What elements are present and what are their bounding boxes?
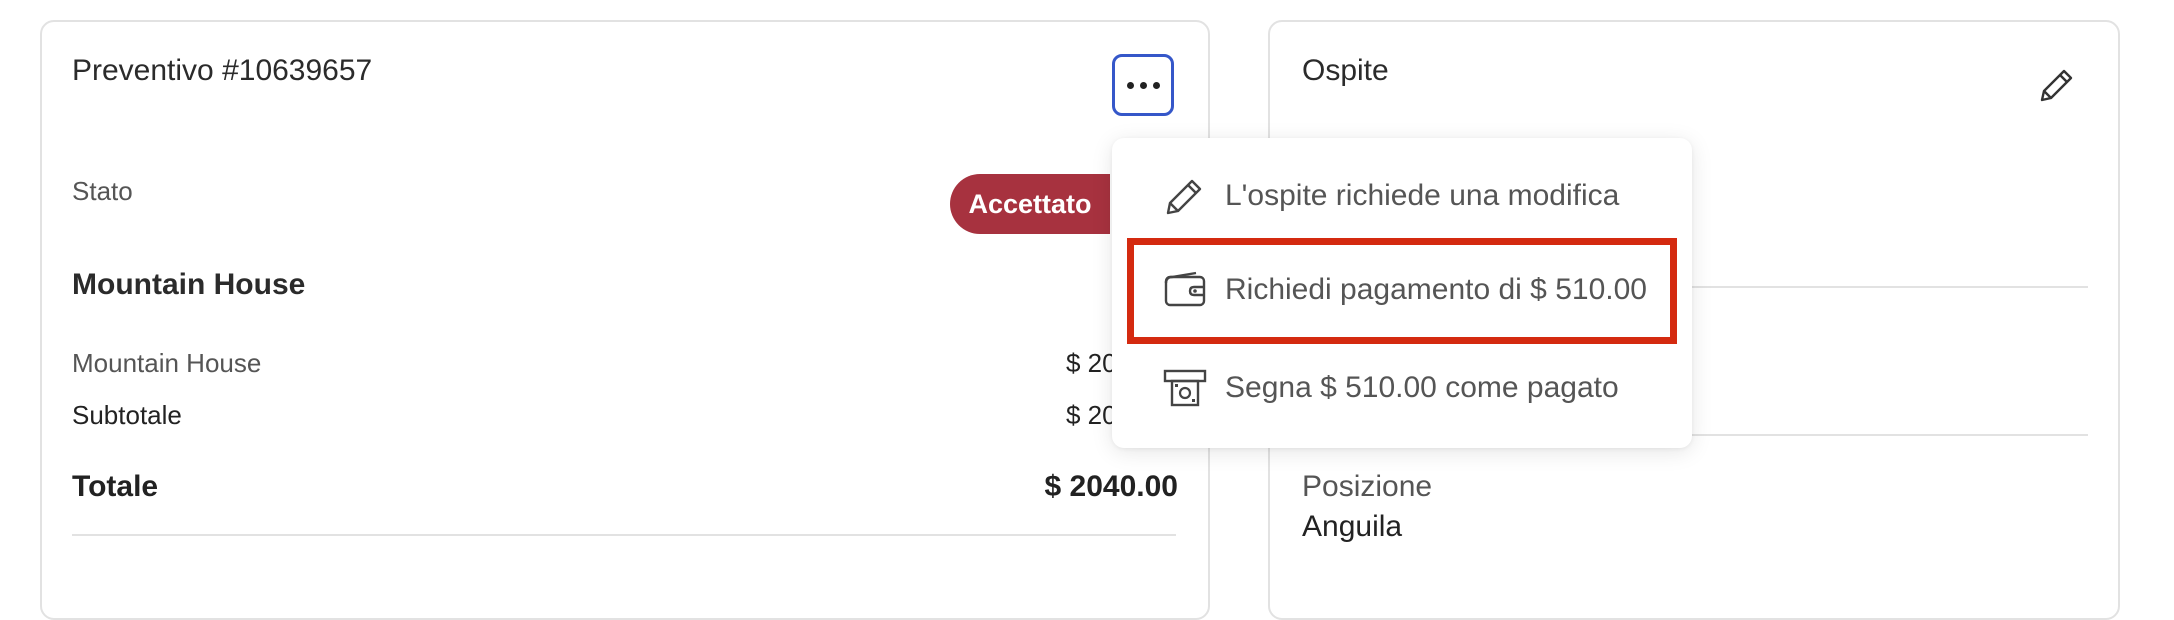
menu-item-label: Segna $ 510.00 come pagato: [1225, 371, 1619, 404]
total-value: $ 2040.00: [1044, 470, 1178, 503]
subtotal-value: $ 20: [1066, 400, 1117, 430]
guest-title: Ospite: [1302, 54, 1389, 87]
quote-title: Preventivo #10639657: [72, 54, 373, 87]
wallet-icon: [1164, 271, 1206, 307]
menu-item-label: L'ospite richiede una modifica: [1225, 179, 1620, 212]
more-options-button[interactable]: [1112, 54, 1174, 116]
line-item-label: Mountain House: [72, 348, 262, 378]
menu-item-label: Richiedi pagamento di $ 510.00: [1225, 273, 1647, 306]
menu-item-request-payment[interactable]: Richiedi pagamento di $ 510.00: [1112, 246, 1692, 334]
position-value: Anguila: [1302, 510, 1403, 543]
position-label: Posizione: [1302, 470, 1433, 503]
menu-item-request-change[interactable]: L'ospite richiede una modifica: [1112, 152, 1692, 240]
property-section-title: Mountain House: [72, 268, 306, 301]
divider: [72, 534, 1176, 536]
quote-card: [40, 20, 1210, 620]
status-label: Stato: [72, 176, 133, 206]
more-dots-icon: [1126, 81, 1160, 89]
status-badge: Accettato: [950, 174, 1110, 234]
line-item-value: $ 20: [1066, 348, 1117, 378]
cash-icon: [1163, 369, 1207, 407]
pencil-icon: [1166, 179, 1202, 215]
subtotal-label: Subtotale: [72, 400, 182, 430]
actions-dropdown-menu: L'ospite richiede una modifica Richiedi …: [1112, 138, 1692, 448]
total-label: Totale: [72, 470, 159, 503]
menu-item-mark-paid[interactable]: Segna $ 510.00 come pagato: [1112, 344, 1692, 432]
edit-pencil-icon[interactable]: [2034, 64, 2078, 108]
